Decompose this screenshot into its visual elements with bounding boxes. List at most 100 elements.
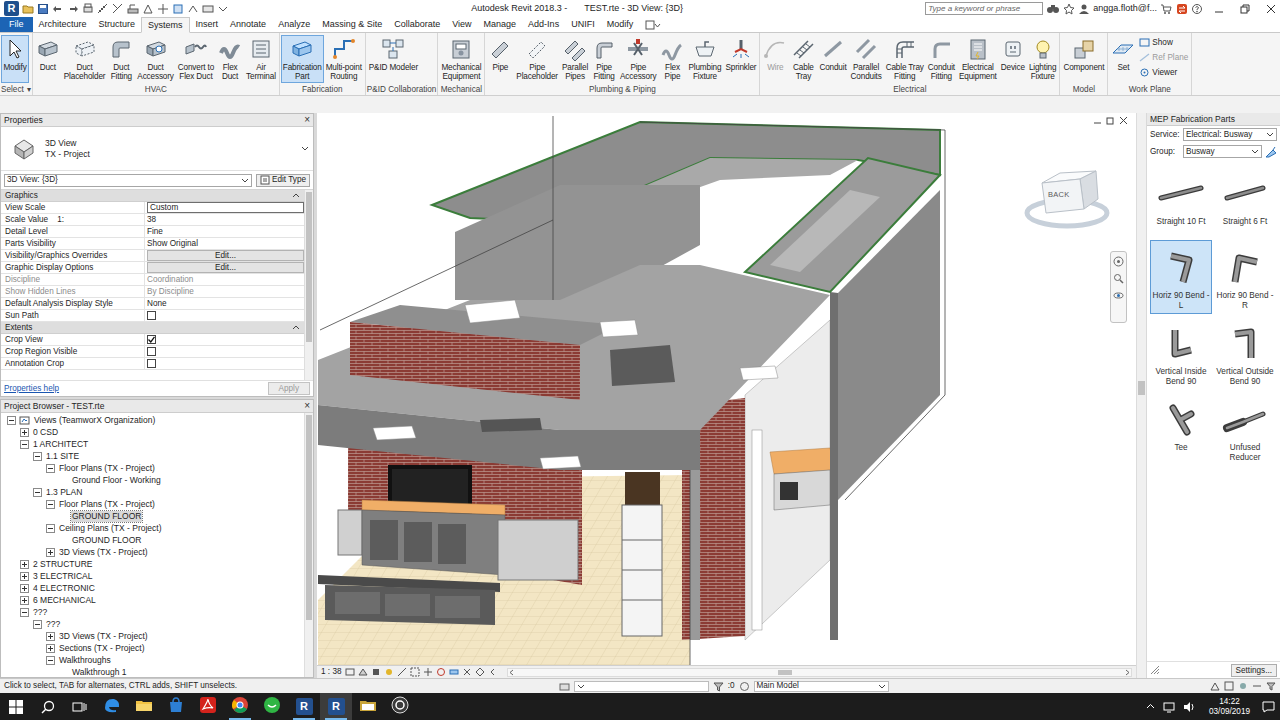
taskbar-app[interactable] — [192, 693, 224, 720]
user-name[interactable]: angga.floth@f... — [1093, 3, 1157, 14]
taskbar-app[interactable] — [128, 693, 160, 720]
toolbar-tool-icon[interactable] — [97, 3, 109, 15]
tree-item[interactable]: 0 CSD — [1, 426, 304, 438]
ribbon-button[interactable]: PipeFitting — [590, 35, 618, 83]
tree-item[interactable]: 4 ELECTRONIC — [1, 582, 304, 594]
tree-item[interactable]: Walkthrough 1 — [1, 666, 304, 677]
ribbon-button[interactable]: Conduit — [817, 35, 848, 83]
ribbon-button[interactable]: ConduitFitting — [926, 35, 957, 83]
tree-item[interactable]: ??? — [1, 618, 304, 630]
view-scale[interactable]: 1 : 38 — [321, 667, 342, 677]
expand-toggle[interactable] — [20, 440, 29, 449]
edit-button[interactable]: Edit... — [147, 250, 304, 261]
property-value[interactable] — [145, 346, 304, 357]
expand-toggle[interactable] — [46, 500, 55, 509]
toolbar-tool-icon[interactable] — [112, 3, 124, 15]
view-control-icon[interactable] — [371, 667, 381, 677]
search-button[interactable] — [32, 693, 64, 720]
taskbar-app[interactable] — [256, 693, 288, 720]
expand-toggle[interactable] — [20, 584, 29, 593]
toolbar-tool-icon[interactable] — [202, 3, 214, 15]
workset-select[interactable] — [574, 681, 709, 692]
checkbox[interactable] — [147, 311, 156, 320]
volume-icon[interactable] — [1183, 701, 1195, 713]
ribbon-button[interactable]: PlumbingFixture — [686, 35, 723, 83]
expand-toggle[interactable] — [46, 644, 55, 653]
ribbon-button[interactable]: Set — [1109, 35, 1137, 83]
part-tile[interactable]: Horiz 90 Bend - R — [1214, 240, 1276, 314]
edit-type-button[interactable]: Edit Type — [256, 174, 310, 187]
expand-toggle[interactable] — [20, 572, 29, 581]
ribbon-tab[interactable]: Structure — [93, 17, 142, 32]
group-select[interactable]: Busway — [1183, 145, 1262, 158]
favorites-star-icon[interactable] — [1063, 3, 1075, 15]
property-value[interactable]: Edit... — [145, 262, 304, 273]
part-tile[interactable]: Vertical Inside Bend 90 — [1150, 316, 1212, 390]
tree-item[interactable]: GROUND FLOOR — [1, 510, 304, 522]
scroll-thumb[interactable] — [306, 415, 312, 620]
ribbon-tab[interactable]: Collaborate — [388, 17, 446, 32]
tree-item[interactable]: 1.3 PLAN — [1, 486, 304, 498]
toolbar-tool-icon[interactable] — [67, 3, 79, 15]
scroll-thumb[interactable] — [1138, 381, 1145, 395]
editing-requests-icon[interactable] — [739, 681, 750, 692]
view-control-icon[interactable] — [410, 667, 420, 677]
ribbon-tab[interactable]: Modify — [601, 17, 640, 32]
ribbon-button[interactable]: ParallelPipes — [560, 35, 590, 83]
taskbar-app[interactable]: R — [288, 693, 320, 720]
ribbon-button[interactable]: FlexPipe — [658, 35, 686, 83]
tree-item[interactable]: Ceiling Plans (TX - Project) — [1, 522, 304, 534]
status-tool-icon[interactable] — [1210, 681, 1220, 691]
browser-close[interactable]: × — [304, 401, 310, 411]
toolbar-tool-icon[interactable] — [52, 3, 64, 15]
expand-toggle[interactable] — [33, 488, 42, 497]
status-tool-icon[interactable] — [1238, 681, 1248, 691]
status-tool-icon[interactable] — [1266, 681, 1276, 691]
worksets-icon[interactable] — [559, 681, 570, 692]
type-selector[interactable]: 3D ViewTX - Project — [1, 127, 313, 171]
ribbon-button[interactable]: DuctPlaceholder — [62, 35, 108, 83]
tree-item[interactable]: Sections (TX - Project) — [1, 642, 304, 654]
toolbar-tool-icon[interactable] — [157, 3, 169, 15]
ribbon-button[interactable]: Multi-pointRouting — [324, 35, 364, 83]
scroll-right-icon[interactable] — [1124, 669, 1131, 676]
expand-toggle[interactable] — [20, 596, 29, 605]
taskbar-app[interactable] — [224, 693, 256, 720]
ribbon-tab[interactable]: Massing & Site — [316, 17, 388, 32]
expand-toggle[interactable] — [20, 428, 29, 437]
clock[interactable]: 14:2203/09/2019 — [1203, 693, 1256, 720]
view-canvas[interactable]: BACK — [317, 113, 1136, 665]
ribbon-button[interactable]: Device — [999, 35, 1027, 83]
tree-item[interactable]: ??? — [1, 606, 304, 618]
part-tile[interactable]: Straight 10 Ft — [1150, 166, 1212, 238]
part-tile[interactable]: Straight 6 Ft — [1214, 166, 1276, 238]
scroll-thumb[interactable] — [306, 192, 312, 342]
view-cube[interactable]: BACK — [1022, 165, 1112, 235]
toolbar-tool-icon[interactable] — [217, 3, 229, 15]
view-control-icon[interactable] — [358, 667, 368, 677]
minimize-icon[interactable] — [1214, 4, 1224, 14]
service-select[interactable]: Electrical: Busway — [1183, 128, 1277, 141]
tree-item[interactable]: 3D Views (TX - Project) — [1, 546, 304, 558]
checkbox[interactable] — [147, 347, 156, 356]
view-control-icon[interactable] — [475, 667, 485, 677]
ribbon-button[interactable]: PipePlaceholder — [514, 35, 560, 83]
show-hidden-icon[interactable] — [1146, 702, 1155, 711]
task-view-button[interactable] — [64, 693, 96, 720]
ribbon-button[interactable]: CableTray — [789, 35, 817, 83]
ribbon-button[interactable]: Modify — [1, 35, 29, 83]
ribbon-tab[interactable]: Annotate — [224, 17, 272, 32]
scroll-left-icon[interactable] — [508, 669, 515, 676]
property-section[interactable]: Graphics — [1, 190, 304, 202]
ribbon-button[interactable]: Duct — [34, 35, 62, 83]
ribbon-button[interactable]: PipeAccessory — [618, 35, 658, 83]
ribbon-button[interactable]: Component — [1061, 35, 1106, 83]
notifications-button[interactable] — [1256, 693, 1280, 720]
expand-toggle[interactable] — [33, 620, 42, 629]
tree-item[interactable]: 3D Views (TX - Project) — [1, 630, 304, 642]
ribbon-tab[interactable]: Manage — [478, 17, 523, 32]
view-vertical-scrollbar[interactable] — [1136, 113, 1146, 678]
zoom-icon[interactable] — [1113, 273, 1124, 284]
expand-toggle[interactable] — [46, 464, 55, 473]
view-control-icon[interactable] — [462, 667, 472, 677]
